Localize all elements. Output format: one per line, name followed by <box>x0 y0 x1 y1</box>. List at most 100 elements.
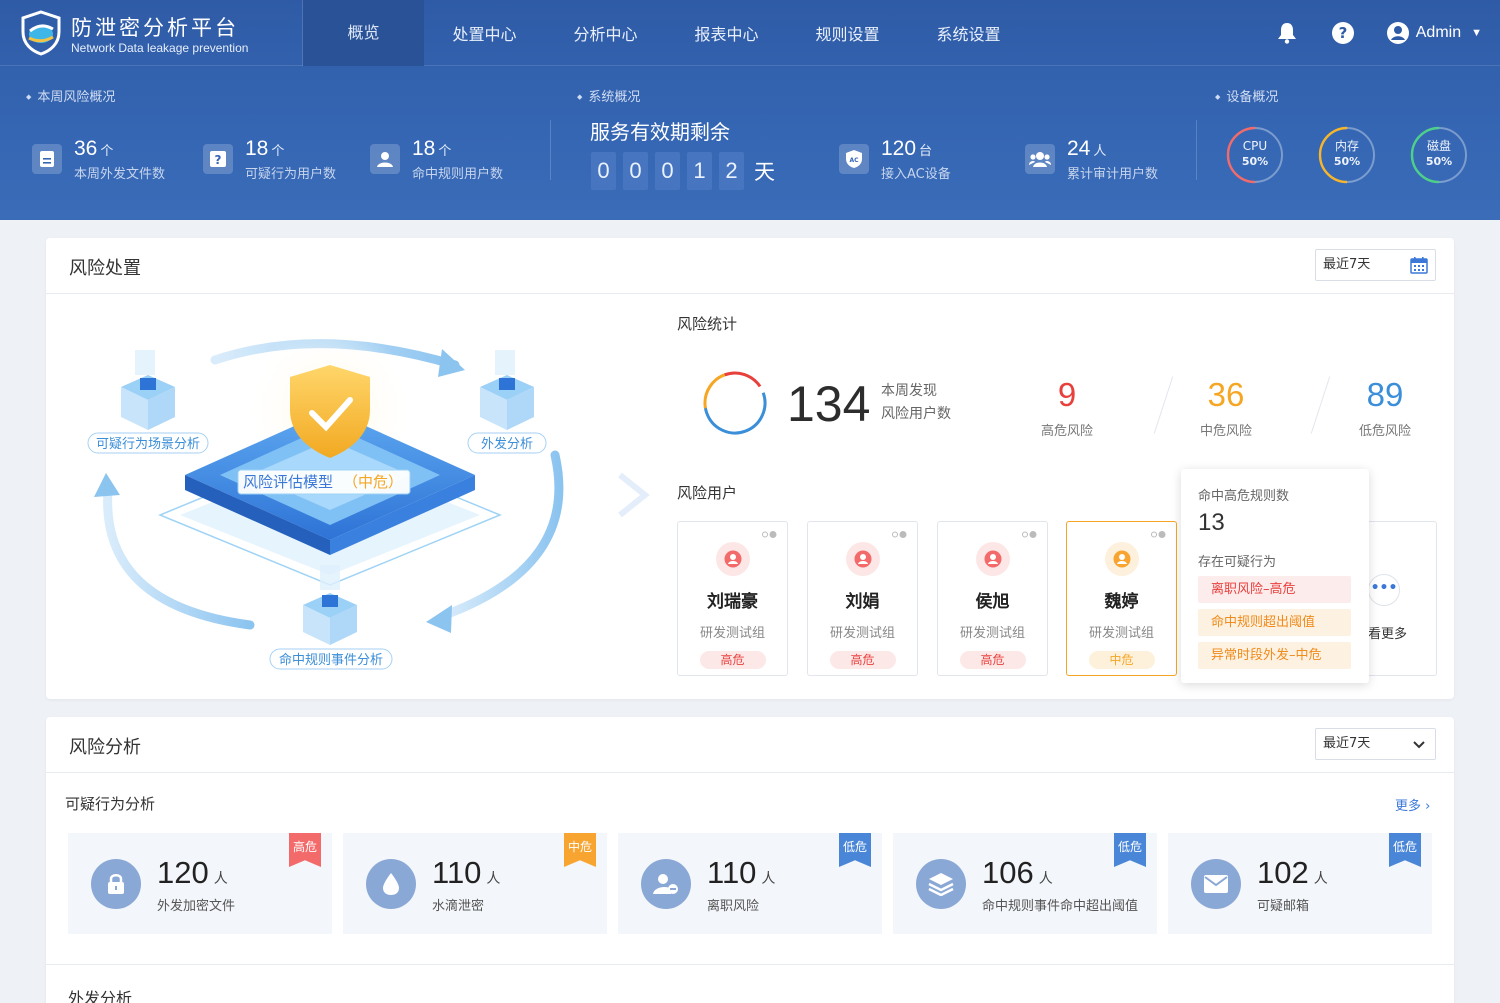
stat-value: 24 <box>1067 137 1091 160</box>
stat-rule-users: 18 个 命中规则用户数 <box>370 137 503 182</box>
chevron-down-icon <box>1413 741 1425 749</box>
analysis-desc: 水滴泄密 <box>432 899 485 914</box>
risk-user-card-selected[interactable]: 魏婷 研发测试组 中危 <box>1066 521 1177 676</box>
popover-rule-count: 13 <box>1198 509 1225 536</box>
avatar <box>975 542 1010 576</box>
risk-flag-badge: 低危 <box>1389 833 1421 867</box>
divider <box>550 120 551 180</box>
analysis-card[interactable]: 102 人 可疑邮箱 低危 <box>1168 833 1432 934</box>
navbar: 防泄密分析平台 Network Data leakage prevention … <box>0 0 1500 66</box>
gauge-name: 磁盘 <box>1426 139 1451 153</box>
date-range-picker[interactable]: 最近7天 <box>1315 249 1436 281</box>
stat-suspicious-users: ? 18 个 可疑行为用户数 <box>203 137 336 182</box>
more-dots-icon: ••• <box>1368 574 1400 606</box>
status-dots-icon <box>1022 531 1037 538</box>
behavior-tag: 离职风险–高危 <box>1198 576 1351 603</box>
analysis-desc: 外发加密文件 <box>157 899 236 914</box>
avatar <box>1104 542 1139 576</box>
more-users-card[interactable]: ••• 看更多 <box>1357 521 1437 676</box>
menu-item-reports[interactable]: 报表中心 <box>666 0 787 66</box>
weekly-overview-label: 本周风险概况 <box>26 86 115 105</box>
risk-badge: 中危 <box>1088 651 1155 669</box>
stat-value: 36 <box>74 137 98 160</box>
behavior-tag: 命中规则超出阈值 <box>1198 609 1351 636</box>
risk-total-desc-line: 风险用户数 <box>881 406 951 422</box>
more-link-label: 更多 <box>1395 799 1422 814</box>
stat-unit: 个 <box>100 143 114 158</box>
main-menu: 概览 处置中心 分析中心 报表中心 规则设置 系统设置 <box>303 0 1029 66</box>
analysis-card[interactable]: 110 人 离职风险 低危 <box>618 833 882 934</box>
service-countdown: 0 0 0 1 2 天 <box>591 152 775 190</box>
gauge-disk: 磁盘 50% <box>1410 126 1468 184</box>
diagram-node-rule-events: 命中规则事件分析 <box>279 652 383 668</box>
user-group: 研发测试组 <box>1088 626 1154 641</box>
user-name: 魏婷 <box>1104 592 1139 612</box>
lock-icon <box>91 859 141 909</box>
date-range-select[interactable]: 最近7天 <box>1315 728 1436 760</box>
svg-text:?: ? <box>1338 24 1347 42</box>
user-name: 侯旭 <box>975 592 1010 612</box>
brand-subtitle: Network Data leakage prevention <box>71 41 249 55</box>
gauge-name: 内存 <box>1334 139 1359 153</box>
chevron-right-icon: › <box>1425 799 1431 814</box>
date-range-value: 最近7天 <box>1323 257 1371 272</box>
risk-level-count: 9 <box>1057 376 1077 413</box>
stat-desc: 接入AC设备 <box>881 167 951 182</box>
bell-icon[interactable] <box>1274 20 1300 46</box>
menu-item-system[interactable]: 系统设置 <box>908 0 1029 66</box>
drop-icon <box>366 859 416 909</box>
gauge-value: 50% <box>1425 155 1453 168</box>
risk-flag-badge: 高危 <box>289 833 321 867</box>
avatar <box>715 542 750 576</box>
layers-icon <box>916 859 966 909</box>
gauge-value: 50% <box>1333 155 1361 168</box>
brand-title: 防泄密分析平台 <box>71 16 239 40</box>
analysis-unit: 人 <box>761 870 776 886</box>
countdown-unit: 天 <box>754 160 775 184</box>
svg-text:?: ? <box>215 153 222 167</box>
risk-level-high: 9 高危风险 <box>1017 375 1117 439</box>
more-link[interactable]: 更多 › <box>1395 795 1430 814</box>
help-icon[interactable]: ? <box>1330 20 1356 46</box>
analysis-count: 120 <box>157 855 209 890</box>
analysis-card[interactable]: 106 人 命中规则事件命中超出阈值 低危 <box>893 833 1157 934</box>
file-icon <box>32 144 62 174</box>
risk-total-desc-line: 本周发现 <box>881 383 937 399</box>
stat-value: 18 <box>412 137 436 160</box>
menu-item-overview[interactable]: 概览 <box>303 0 424 66</box>
countdown-digit: 0 <box>623 152 648 190</box>
suspicious-analysis-title: 可疑行为分析 <box>65 795 156 813</box>
risk-user-card[interactable]: 刘娟 研发测试组 高危 <box>807 521 918 676</box>
diagram-center-level: （中危） <box>343 473 403 491</box>
analysis-unit: 人 <box>486 870 501 886</box>
risk-total-desc: 本周发现 风险用户数 <box>881 380 951 426</box>
stat-unit: 人 <box>1093 143 1107 158</box>
menu-item-analysis[interactable]: 分析中心 <box>545 0 666 66</box>
diagram-node-suspicious: 可疑行为场景分析 <box>96 436 200 452</box>
risk-user-card[interactable]: 刘瑞豪 研发测试组 高危 <box>677 521 788 676</box>
brand[interactable]: 防泄密分析平台 Network Data leakage prevention <box>0 0 303 66</box>
stat-unit: 个 <box>271 143 285 158</box>
diagram-center-label: 风险评估模型 <box>243 473 333 491</box>
divider <box>1196 120 1197 180</box>
analysis-desc: 离职风险 <box>707 899 760 914</box>
top-banner: 防泄密分析平台 Network Data leakage prevention … <box>0 0 1500 220</box>
logo-icon <box>21 10 61 56</box>
date-range-value: 最近7天 <box>1323 736 1371 751</box>
risk-badge: 高危 <box>829 651 896 669</box>
stat-desc: 命中规则用户数 <box>412 167 504 182</box>
risk-flag-badge: 中危 <box>564 833 596 867</box>
menu-item-handling[interactable]: 处置中心 <box>424 0 545 66</box>
menu-item-rules[interactable]: 规则设置 <box>787 0 908 66</box>
user-menu[interactable]: Admin ▼ <box>1386 21 1482 45</box>
risk-stats-title: 风险统计 <box>677 315 738 333</box>
user-group: 研发测试组 <box>829 626 895 641</box>
countdown-digit: 0 <box>591 152 616 190</box>
risk-user-card[interactable]: 侯旭 研发测试组 高危 <box>937 521 1048 676</box>
analysis-card[interactable]: 110 人 水滴泄密 中危 <box>343 833 607 934</box>
status-dots-icon <box>1151 531 1166 538</box>
status-dots-icon <box>762 531 777 538</box>
user-name: 刘瑞豪 <box>707 592 758 612</box>
analysis-count: 110 <box>432 855 482 890</box>
analysis-card[interactable]: 120 人 外发加密文件 高危 <box>68 833 332 934</box>
